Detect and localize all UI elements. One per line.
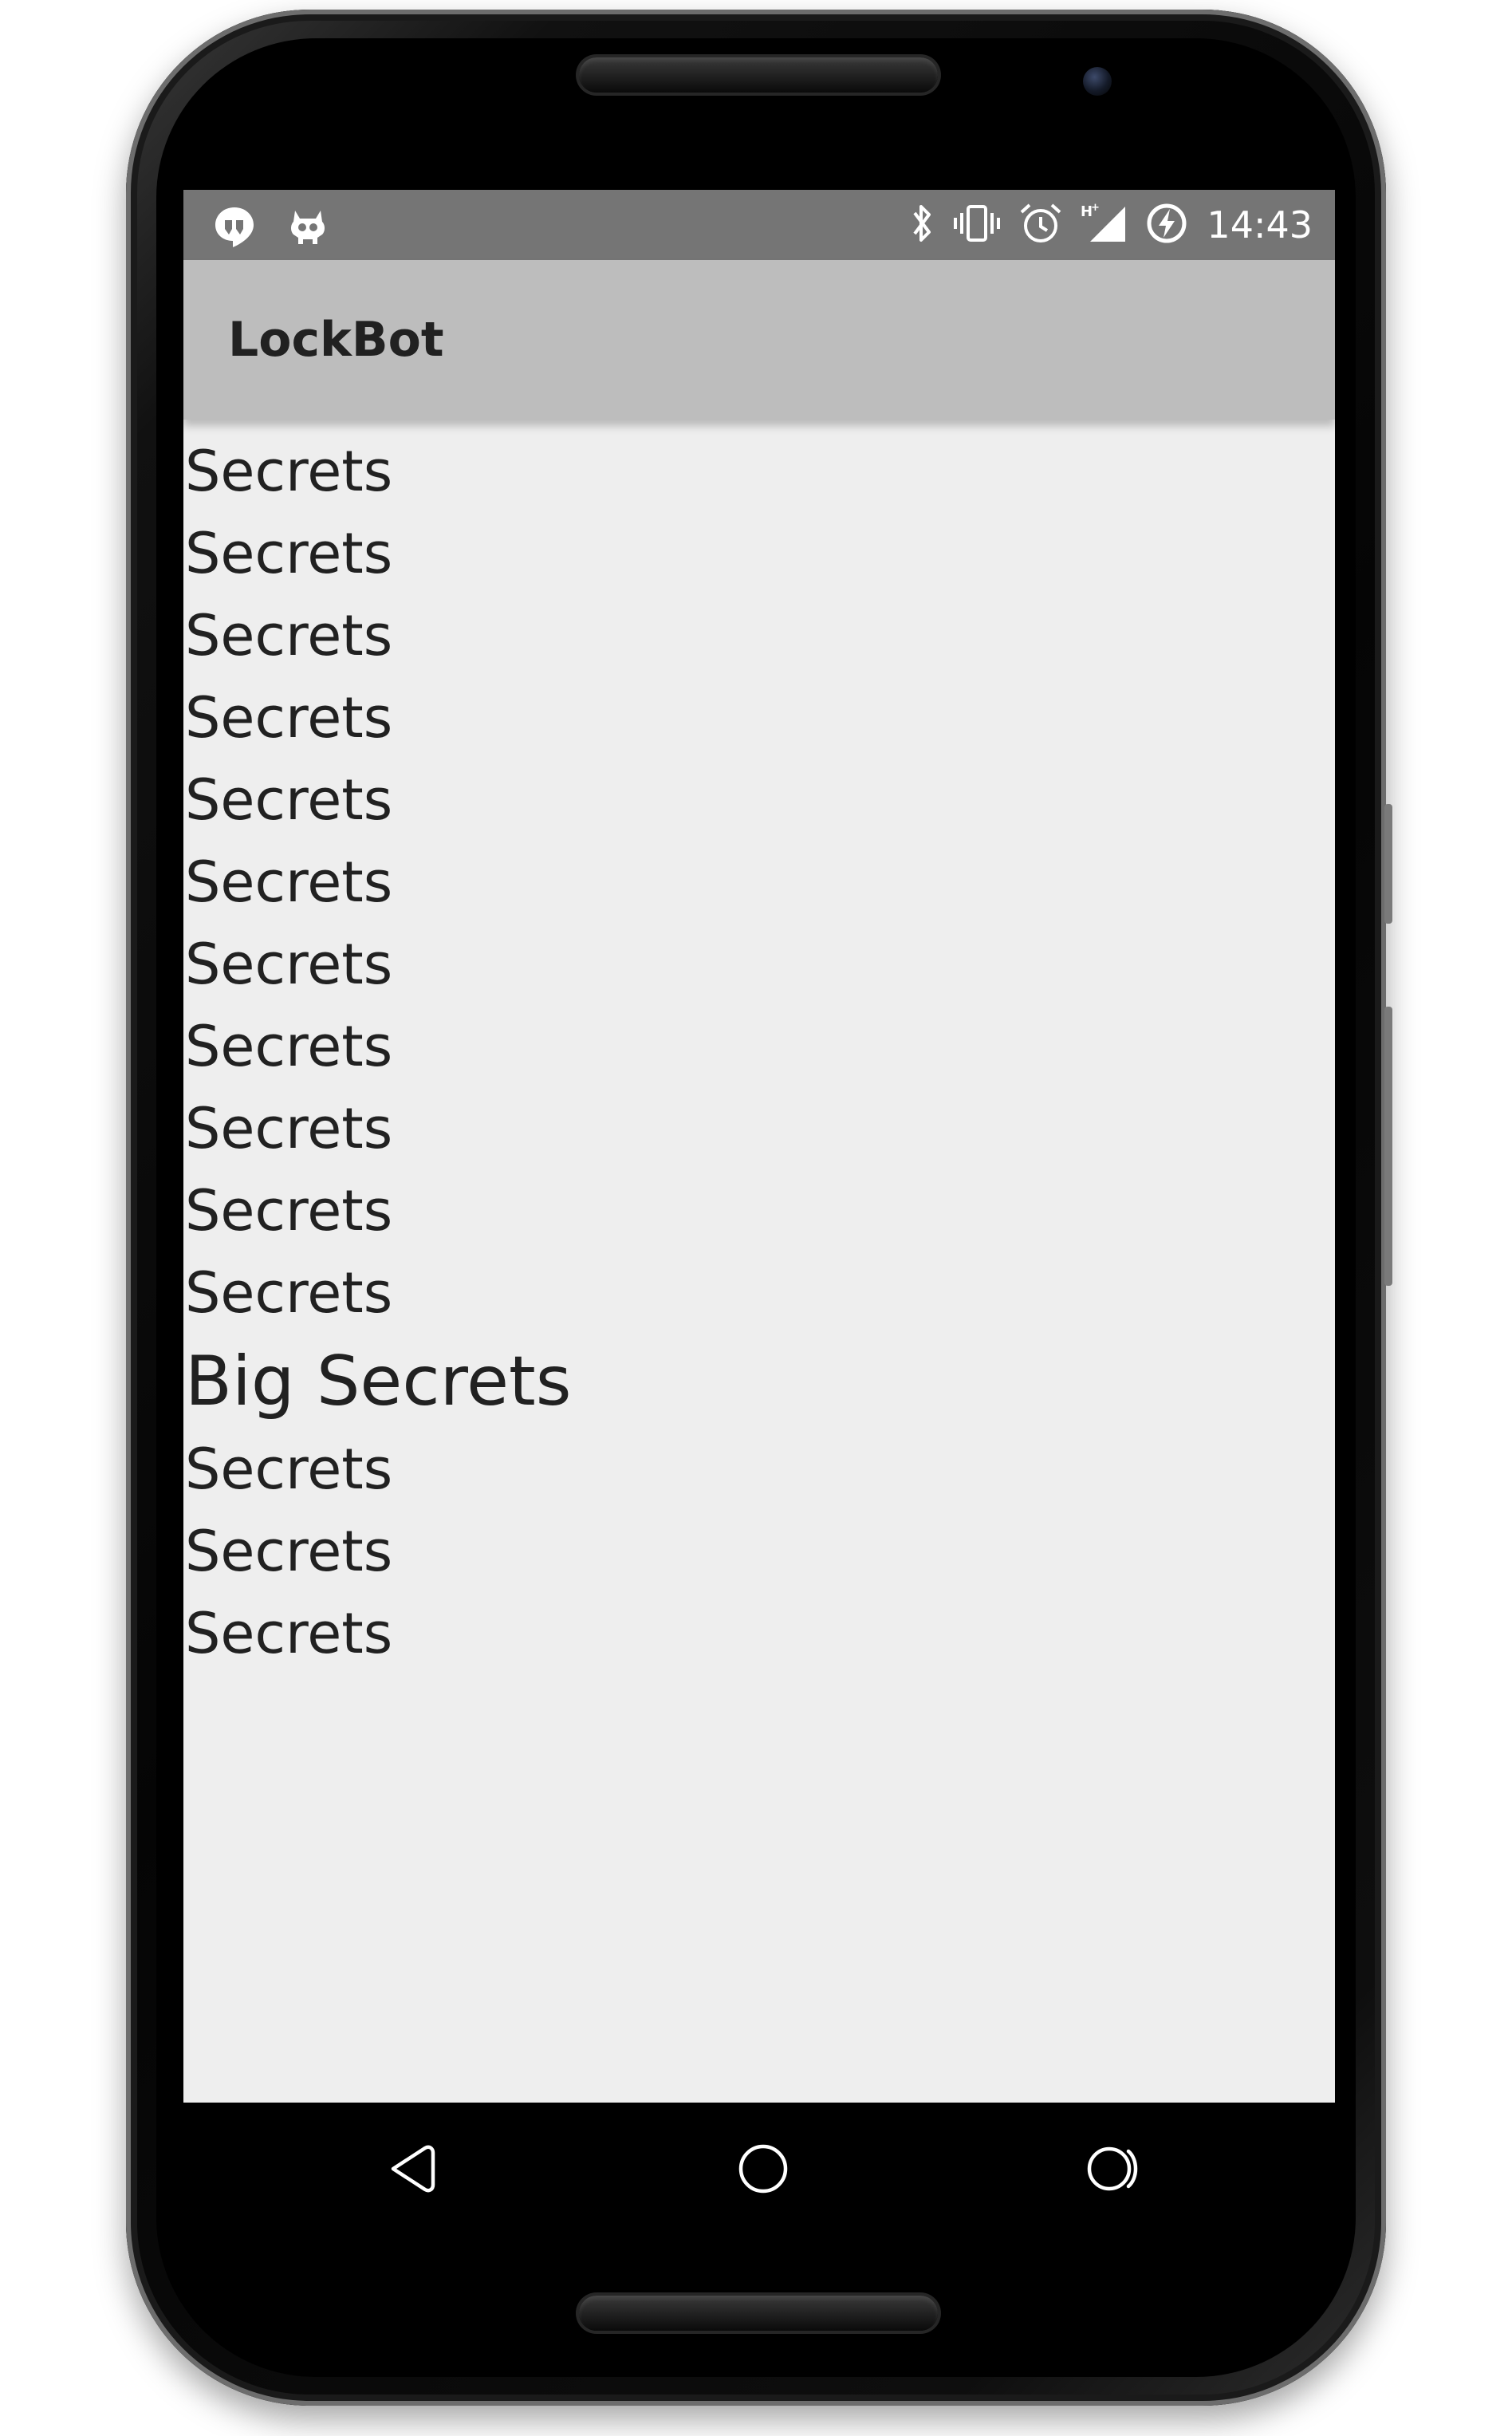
notification-icons	[212, 204, 330, 252]
app-toolbar: LockBot	[183, 260, 1335, 420]
bottom-speaker-grille	[579, 2296, 938, 2331]
home-button[interactable]	[727, 2134, 799, 2206]
vibrate-icon	[953, 202, 1001, 248]
back-button[interactable]	[375, 2134, 447, 2206]
navigation-bar	[183, 2103, 1335, 2238]
list-item[interactable]: Secrets	[183, 1429, 1335, 1511]
status-bar: H + 14:43	[183, 190, 1335, 260]
recents-button[interactable]	[1077, 2134, 1148, 2206]
list-item[interactable]: Secrets	[183, 1088, 1335, 1170]
home-icon	[731, 2137, 795, 2204]
list-item[interactable]: Secrets	[183, 1511, 1335, 1593]
list-item[interactable]: Secrets	[183, 431, 1335, 513]
list-item[interactable]: Secrets	[183, 677, 1335, 759]
alarm-icon	[1018, 201, 1063, 249]
device-screen: H + 14:43 LockBot Secrets Secrets Secret…	[183, 190, 1335, 2103]
device-frame-stage: H + 14:43 LockBot Secrets Secrets Secret…	[0, 0, 1512, 2436]
list-item-big-secrets[interactable]: Big Secrets	[183, 1334, 1335, 1429]
hangouts-icon	[212, 204, 257, 252]
power-button[interactable]	[1384, 804, 1392, 924]
list-item[interactable]: Secrets	[183, 1252, 1335, 1334]
list-item[interactable]: Secrets	[183, 513, 1335, 595]
list-item[interactable]: Secrets	[183, 1006, 1335, 1088]
list-item[interactable]: Secrets	[183, 759, 1335, 842]
back-icon	[379, 2137, 443, 2204]
list-item[interactable]: Secrets	[183, 924, 1335, 1006]
cyanogenmod-icon	[285, 204, 330, 252]
secrets-list[interactable]: Secrets Secrets Secrets Secrets Secrets …	[183, 420, 1335, 2103]
front-camera	[1083, 67, 1112, 96]
recents-icon	[1081, 2137, 1144, 2204]
app-title: LockBot	[228, 312, 444, 368]
top-speaker-grille	[579, 57, 938, 93]
signal-hplus-icon: H +	[1081, 202, 1127, 248]
list-item[interactable]: Secrets	[183, 595, 1335, 677]
battery-charging-icon	[1144, 201, 1189, 249]
system-status-icons: H + 14:43	[908, 201, 1313, 249]
list-item[interactable]: Secrets	[183, 842, 1335, 924]
bluetooth-icon	[908, 202, 935, 248]
list-item[interactable]: Secrets	[183, 1170, 1335, 1252]
status-time: 14:43	[1207, 203, 1313, 246]
svg-text:+: +	[1091, 202, 1100, 214]
volume-rocker[interactable]	[1384, 1007, 1392, 1286]
list-item[interactable]: Secrets	[183, 1593, 1335, 1675]
